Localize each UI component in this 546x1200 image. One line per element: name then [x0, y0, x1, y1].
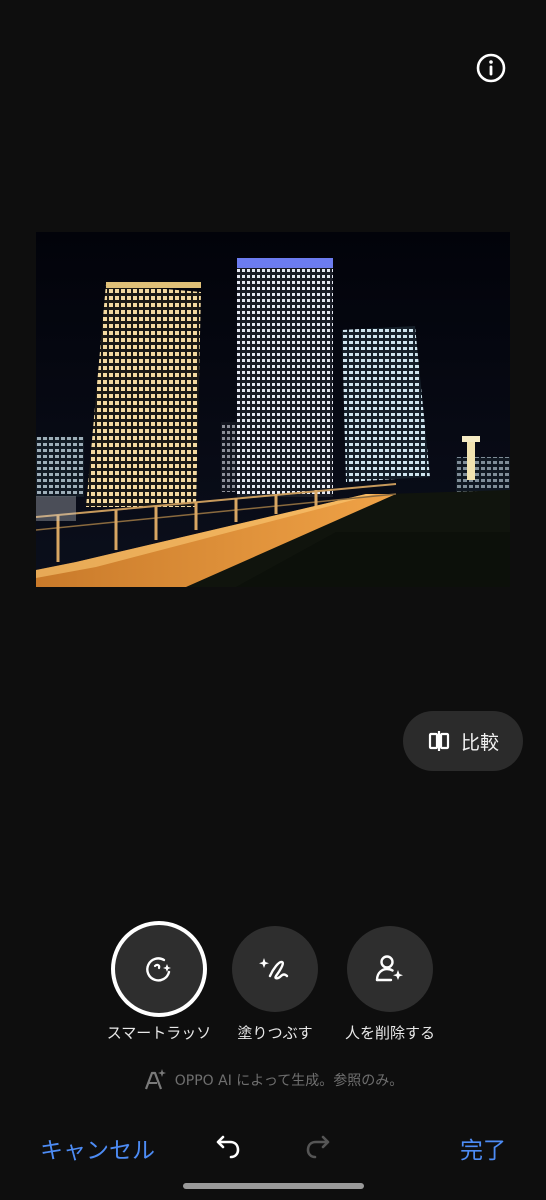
- night-skyline-photo: [36, 232, 510, 587]
- done-button[interactable]: 完了: [460, 1131, 506, 1165]
- tool-label-smart-lasso: スマートラッソ: [106, 1024, 212, 1042]
- cancel-button[interactable]: キャンセル: [40, 1131, 155, 1165]
- ai-disclaimer: OPPO AI によって生成。参照のみ。: [0, 1068, 546, 1092]
- compare-button[interactable]: 比較: [403, 711, 523, 771]
- smart-lasso-button[interactable]: [111, 921, 207, 1017]
- disclaimer-text: OPPO AI によって生成。参照のみ。: [174, 1073, 404, 1089]
- tool-label-remove-person: 人を削除する: [344, 1024, 435, 1042]
- edited-photo[interactable]: [36, 232, 510, 587]
- home-indicator[interactable]: [183, 1183, 364, 1189]
- info-button[interactable]: [473, 50, 509, 86]
- bottom-action-bar: キャンセル 完了: [0, 1125, 546, 1171]
- undo-icon[interactable]: [208, 1129, 244, 1165]
- info-circle-icon: [476, 53, 506, 83]
- tool-label-fill: 塗りつぶす: [237, 1024, 313, 1042]
- compare-label: 比較: [460, 731, 499, 754]
- remove-person-button[interactable]: [347, 926, 433, 1012]
- tool-remove-person[interactable]: 人を削除する: [320, 926, 460, 1043]
- ai-sparkle-icon: [144, 1069, 166, 1090]
- brush-sparkle-icon: [259, 958, 289, 980]
- remove-person-icon: [375, 955, 403, 982]
- compare-split-icon: [428, 731, 450, 751]
- smart-lasso-icon: [146, 957, 171, 982]
- fill-button[interactable]: [232, 926, 318, 1012]
- redo-icon[interactable]: [302, 1129, 338, 1165]
